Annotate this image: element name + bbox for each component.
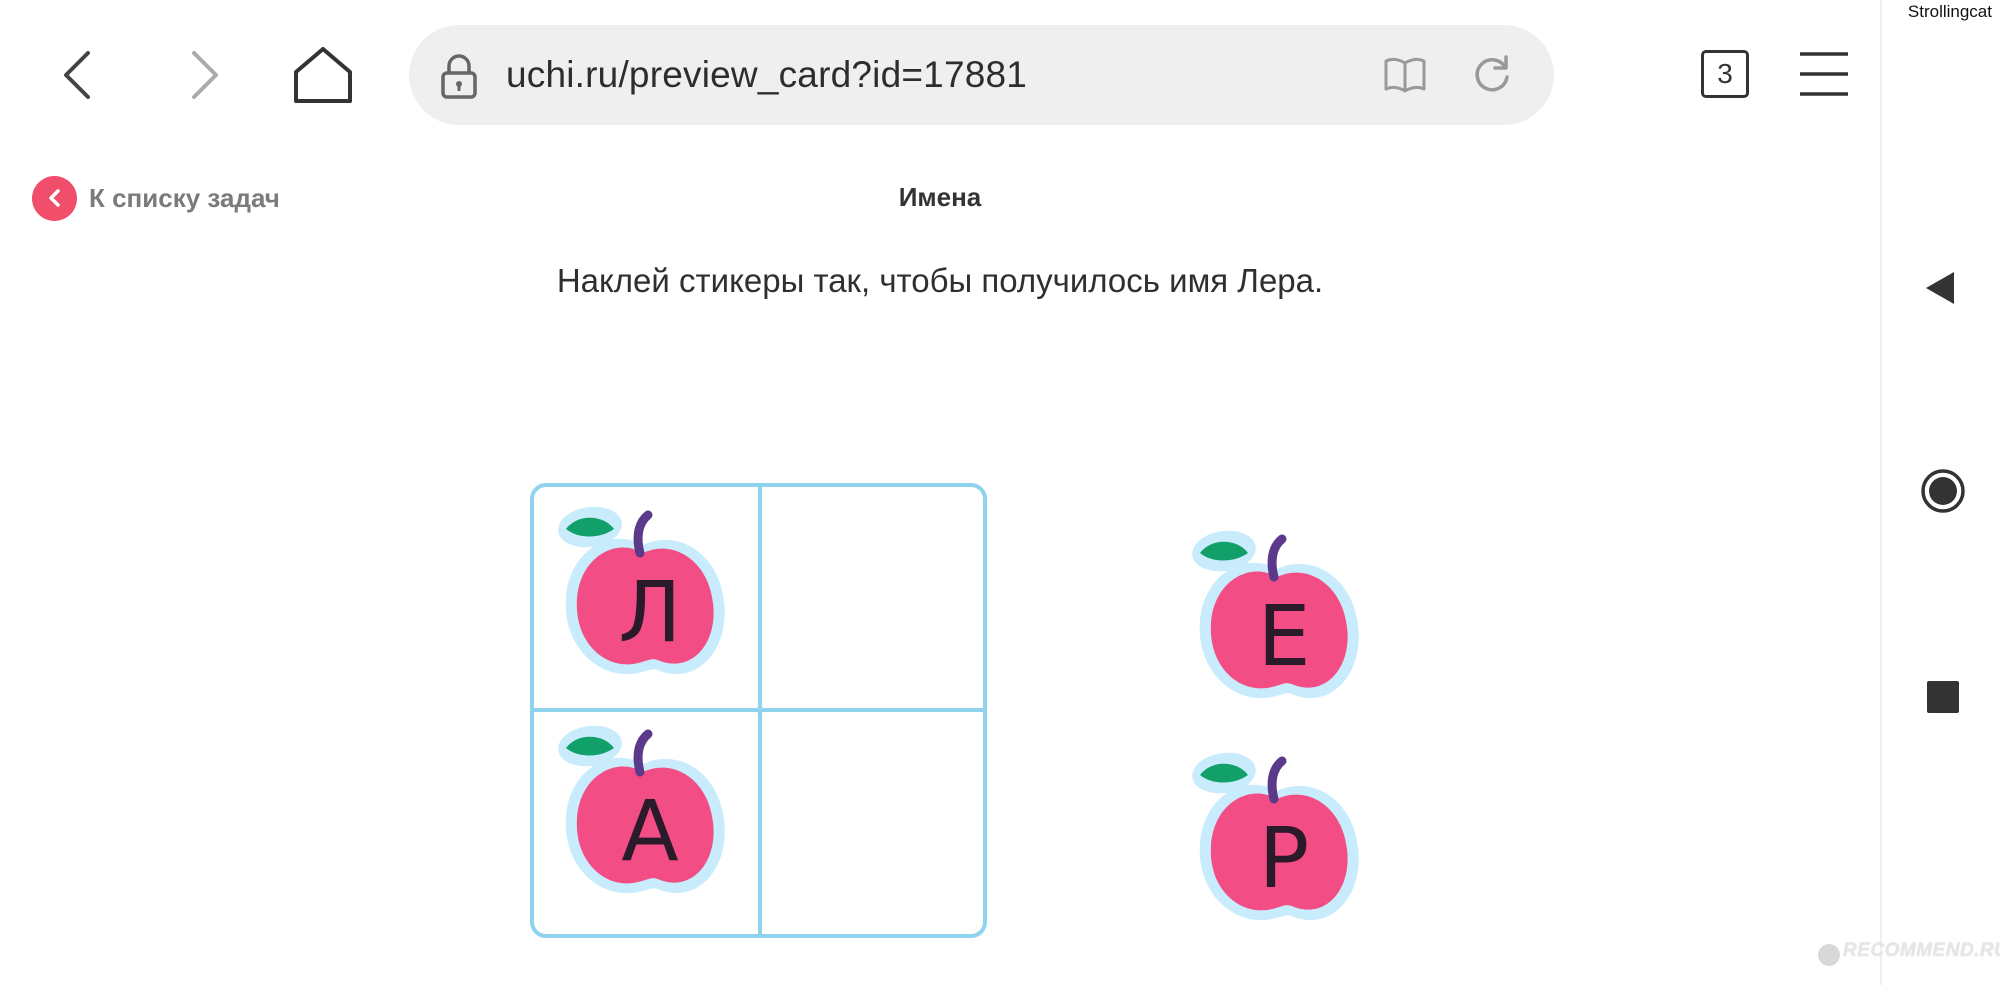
nav-home-icon[interactable]	[1920, 468, 1966, 514]
menu-icon[interactable]	[1796, 50, 1852, 98]
board-cell[interactable]	[762, 487, 986, 708]
site-watermark: RECOMMEND.RU	[1843, 940, 2000, 961]
url-text[interactable]: uchi.ru/preview_card?id=17881	[506, 50, 1027, 100]
board-cell[interactable]: Л	[534, 487, 758, 708]
back-link-label: К списку задач	[89, 182, 280, 213]
nav-recent-apps-icon[interactable]	[1927, 681, 1959, 713]
back-icon[interactable]	[48, 45, 108, 105]
forward-icon[interactable]	[174, 45, 234, 105]
address-bar[interactable]: uchi.ru/preview_card?id=17881	[409, 25, 1554, 125]
back-to-task-list-link[interactable]: К списку задач	[32, 175, 280, 221]
task-instruction: Наклей стикеры так, чтобы получилось имя…	[556, 262, 1324, 299]
tab-count-button[interactable]: 3	[1701, 50, 1749, 98]
android-navigation-bar: Strollingcat	[1880, 0, 2000, 985]
nav-back-icon[interactable]	[1922, 270, 1958, 306]
sticker-letter: Л	[618, 563, 682, 661]
apple-sticker[interactable]: Е	[1186, 521, 1368, 711]
sticker-letter: Р	[1258, 809, 1310, 907]
sticker-board: Л А	[530, 483, 987, 938]
browser-toolbar: uchi.ru/preview_card?id=17881 3	[0, 0, 1880, 150]
board-cell[interactable]: А	[534, 712, 758, 933]
lock-icon	[439, 53, 479, 99]
apple-sticker[interactable]: Л	[552, 497, 734, 687]
task-title: Имена	[898, 182, 982, 212]
apple-sticker[interactable]: Р	[1186, 743, 1368, 933]
board-cell[interactable]	[762, 712, 986, 933]
home-icon[interactable]	[290, 44, 356, 106]
reader-mode-icon[interactable]	[1383, 55, 1427, 95]
page: uchi.ru/preview_card?id=17881 3 К списку…	[0, 0, 2000, 985]
apple-sticker[interactable]: А	[552, 716, 734, 906]
reload-icon[interactable]	[1471, 53, 1513, 95]
sticker-letter: А	[621, 782, 679, 880]
sticker-letter: Е	[1257, 587, 1311, 685]
username-watermark: Strollingcat	[1907, 2, 1992, 21]
chevron-left-icon	[32, 175, 77, 221]
